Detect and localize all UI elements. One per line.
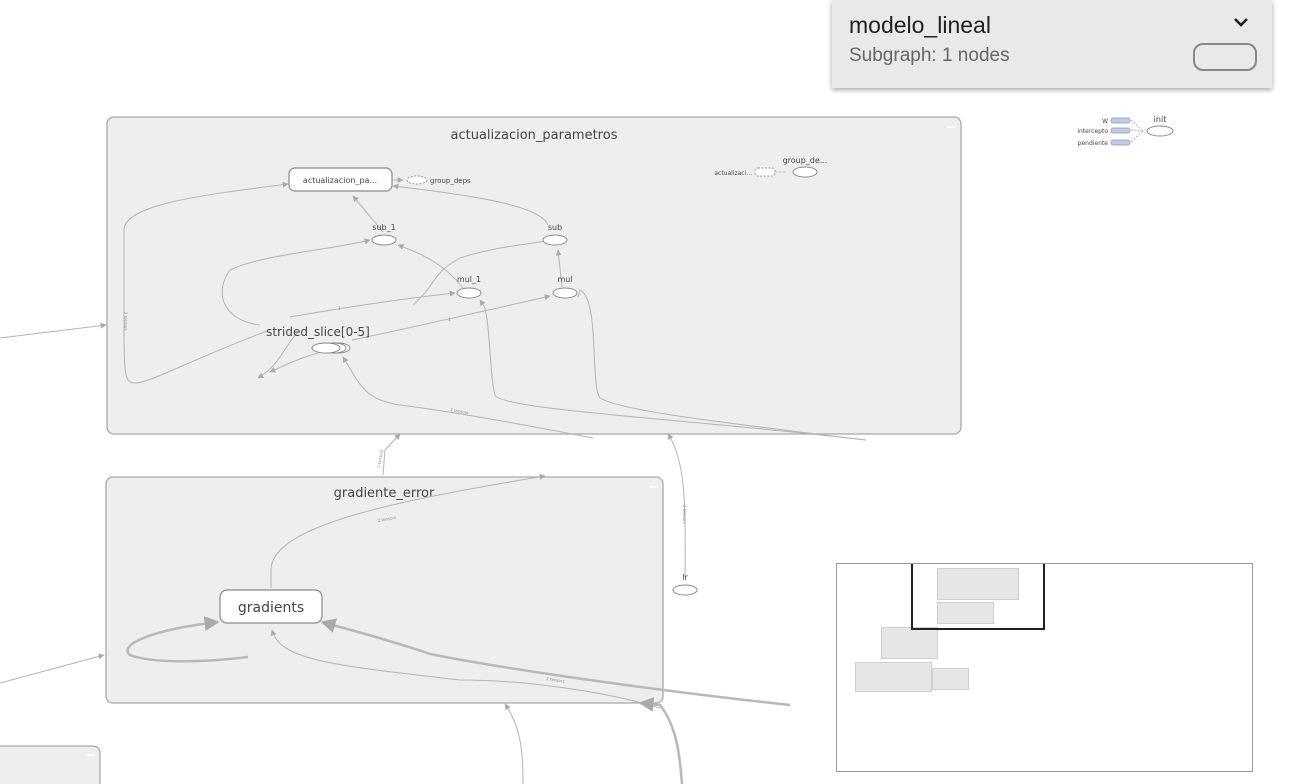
node-info-card: modelo_lineal Subgraph: 1 nodes xyxy=(832,0,1272,88)
edge-label: 2 tensors xyxy=(682,505,687,524)
svg-text:sub: sub xyxy=(548,223,562,232)
cluster-actualizacion-parametros[interactable]: actualizacion_parametros xyxy=(106,116,962,435)
minimap-viewport[interactable] xyxy=(911,564,1045,630)
minimap-cluster xyxy=(932,668,969,690)
info-card-subtitle: Subgraph: 1 nodes xyxy=(849,45,1010,66)
svg-text:mul: mul xyxy=(557,275,572,284)
svg-text:group_deps: group_deps xyxy=(430,177,471,185)
node-actualizaci[interactable]: actualizaci... xyxy=(714,167,776,177)
minimap-cluster xyxy=(855,662,932,692)
svg-text:gradients: gradients xyxy=(238,600,304,616)
svg-text:strided_slice[0-5]: strided_slice[0-5] xyxy=(266,325,370,339)
svg-text:mul_1: mul_1 xyxy=(457,275,481,284)
svg-text:actualizaci...: actualizaci... xyxy=(714,170,752,177)
cluster-title-actualizacion: actualizacion_parametros xyxy=(451,128,618,143)
chevron-down-icon[interactable] xyxy=(1230,11,1252,31)
minimap[interactable] xyxy=(836,563,1253,772)
node-init[interactable]: W intercepto pendiente init xyxy=(1077,115,1174,147)
node-shape-legend xyxy=(1193,43,1257,71)
node-gradients[interactable]: gradients xyxy=(219,589,323,624)
label-w: W xyxy=(1102,118,1108,125)
node-group-deps[interactable]: group_deps xyxy=(406,175,471,185)
minimap-cluster xyxy=(881,627,938,659)
label-pendiente: pendiente xyxy=(1078,140,1109,147)
svg-text:group_de...: group_de... xyxy=(783,156,828,165)
node-actualizacion-pa[interactable]: actualizacion_pa... xyxy=(288,167,393,192)
svg-text:init: init xyxy=(1154,115,1167,124)
edge-label: 2 tensors xyxy=(123,312,128,331)
info-card-title: modelo_lineal xyxy=(849,12,991,38)
cluster-gradiente-error[interactable]: gradiente_error xyxy=(105,476,664,704)
edge-label: 2 tensors xyxy=(376,449,384,468)
label-intercepto: intercepto xyxy=(1077,128,1108,135)
svg-text:lr: lr xyxy=(682,573,688,582)
cluster-partial-bottom[interactable] xyxy=(0,745,101,784)
node-lr[interactable]: lr xyxy=(672,573,698,596)
svg-text:actualizacion_pa...: actualizacion_pa... xyxy=(303,176,377,185)
svg-text:sub_1: sub_1 xyxy=(372,223,395,232)
